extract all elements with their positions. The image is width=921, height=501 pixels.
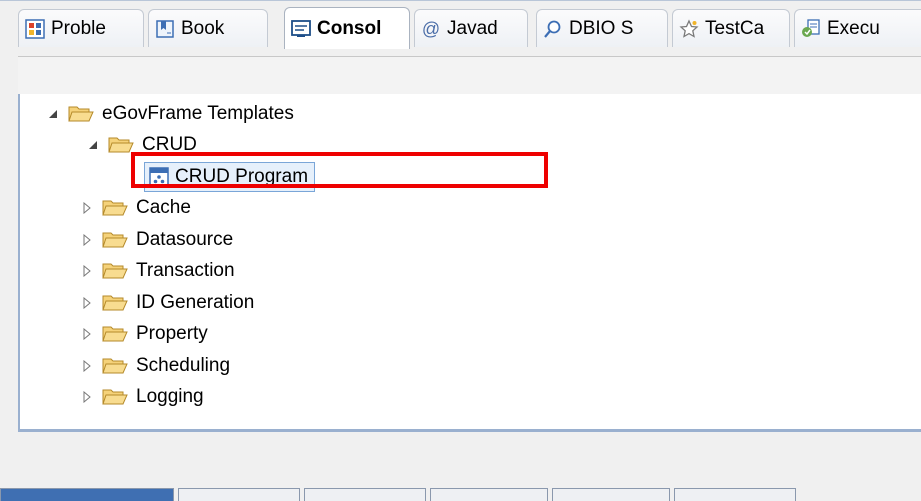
execution-icon	[801, 18, 821, 39]
folder-icon	[102, 198, 128, 218]
tree-item-label: CRUD	[142, 134, 197, 155]
tree-item-logging[interactable]: Logging	[80, 382, 204, 412]
tree-item-property[interactable]: Property	[80, 319, 208, 349]
tree-item-label: Cache	[136, 197, 191, 218]
open-folder-icon	[108, 135, 134, 155]
view-tab-bar: Proble Book Consol @ Javad DBIO S TestCa…	[0, 0, 921, 57]
tab-label: Proble	[51, 17, 106, 39]
tab-label: Javad	[447, 17, 498, 39]
bottom-button[interactable]	[0, 488, 174, 501]
folder-icon	[102, 324, 128, 344]
bottom-button[interactable]	[178, 488, 300, 501]
bottom-button[interactable]	[674, 488, 796, 501]
tab-problems[interactable]: Proble	[18, 9, 144, 47]
bottom-button[interactable]	[304, 488, 426, 501]
tree-item-label: ID Generation	[136, 292, 255, 313]
tree-item-label: Datasource	[136, 229, 234, 250]
tab-dbio-search[interactable]: DBIO S	[536, 9, 668, 47]
folder-icon	[102, 387, 128, 407]
tab-label: TestCa	[705, 17, 765, 39]
crud-program-icon	[149, 167, 169, 187]
open-folder-icon	[68, 104, 94, 124]
tree-item-label: CRUD Program	[175, 166, 309, 187]
collapsed-arrow-icon[interactable]	[80, 296, 94, 310]
tab-bookmarks[interactable]: Book	[148, 9, 268, 47]
collapsed-arrow-icon[interactable]	[80, 201, 94, 215]
tab-label: Consol	[317, 17, 382, 39]
tab-label: Execu	[827, 17, 880, 39]
tab-testcase[interactable]: TestCa	[672, 9, 790, 47]
tree-item-crud-program[interactable]: CRUD Program	[144, 162, 316, 192]
tree-item-scheduling[interactable]: Scheduling	[80, 351, 230, 381]
problems-icon	[25, 18, 45, 39]
tree-item-cache[interactable]: Cache	[80, 193, 191, 223]
collapsed-arrow-icon[interactable]	[80, 390, 94, 404]
tree-item-label: Property	[136, 323, 208, 344]
tree-item-id-generation[interactable]: ID Generation	[80, 288, 254, 318]
testcase-icon	[679, 18, 699, 39]
javadoc-icon: @	[421, 18, 441, 39]
tab-execution[interactable]: Execu	[794, 9, 921, 47]
bottom-button[interactable]	[552, 488, 670, 501]
expanded-arrow-icon[interactable]	[86, 138, 100, 152]
bottom-button[interactable]	[430, 488, 548, 501]
tab-console[interactable]: Consol	[284, 7, 410, 49]
expanded-arrow-icon[interactable]	[46, 107, 60, 121]
collapsed-arrow-icon[interactable]	[80, 264, 94, 278]
tree-item-label: Logging	[136, 386, 204, 407]
tree-item-crud[interactable]: CRUD	[86, 130, 197, 160]
folder-icon	[102, 261, 128, 281]
console-icon	[291, 19, 311, 39]
collapsed-arrow-icon[interactable]	[80, 233, 94, 247]
tree-item-label: Scheduling	[136, 355, 231, 376]
folder-icon	[102, 356, 128, 376]
tree-item-datasource[interactable]: Datasource	[80, 225, 233, 255]
collapsed-arrow-icon[interactable]	[80, 327, 94, 341]
tab-label: Book	[181, 17, 225, 39]
tab-label: DBIO S	[569, 17, 634, 39]
collapsed-arrow-icon[interactable]	[80, 359, 94, 373]
tree-item-transaction[interactable]: Transaction	[80, 256, 235, 286]
bookmarks-icon	[155, 19, 175, 39]
tree-item-label: Transaction	[136, 260, 235, 281]
tree-item-egovframe-templates[interactable]: eGovFrame Templates	[46, 99, 294, 129]
folder-icon	[102, 230, 128, 250]
folder-icon	[102, 293, 128, 313]
dbio-search-icon	[543, 19, 563, 39]
view-toolbar	[18, 56, 921, 95]
tab-javadoc[interactable]: @ Javad	[414, 9, 528, 47]
tree-item-label: eGovFrame Templates	[102, 103, 294, 124]
